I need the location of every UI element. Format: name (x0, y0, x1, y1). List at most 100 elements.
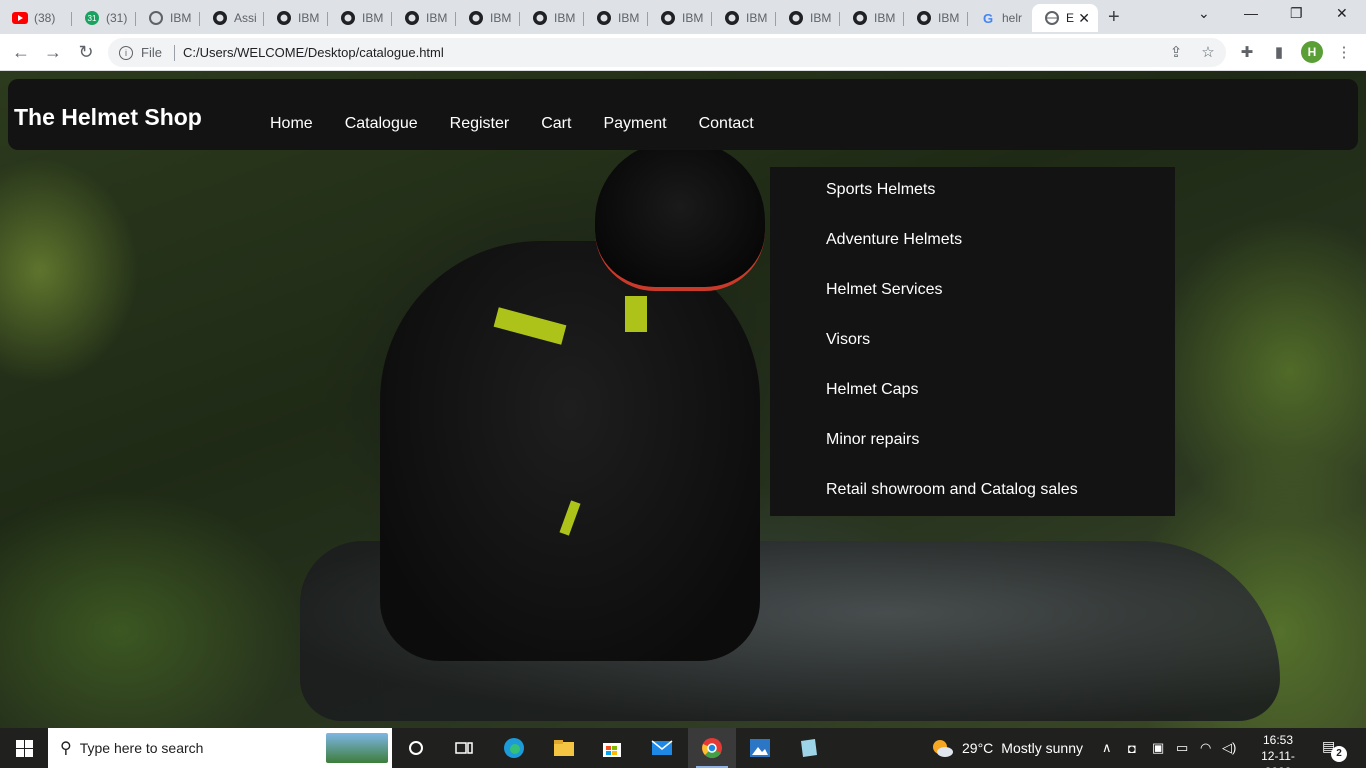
tab-github-ibm[interactable]: IBM (584, 4, 648, 32)
tab-github-ibm[interactable]: IBM (840, 4, 904, 32)
site-navbar: The Helmet Shop Home Catalogue Register … (8, 79, 1358, 150)
tab-github-ibm[interactable]: IBM (520, 4, 584, 32)
taskbar-search-box[interactable]: ⚲ Type here to search (48, 728, 392, 768)
search-placeholder: Type here to search (79, 740, 204, 756)
tab-github-assignment[interactable]: Assi (200, 4, 264, 32)
battery-icon[interactable]: ▭ (1176, 728, 1188, 768)
volume-icon[interactable]: ◁) (1222, 728, 1236, 768)
close-tab-icon[interactable]: ✕ (1078, 10, 1090, 27)
hiviz-stripe (625, 296, 647, 332)
tab-label: IBM (618, 11, 640, 25)
tab-active[interactable]: E ✕ (1032, 4, 1098, 32)
battery-saver-icon[interactable]: ▣ (1152, 728, 1164, 768)
svg-text:G: G (983, 11, 993, 25)
tab-github-ibm[interactable]: IBM (648, 4, 712, 32)
close-window-button[interactable]: ✕ (1336, 5, 1348, 22)
menu-item-adventure-helmets[interactable]: Adventure Helmets (770, 229, 1175, 279)
nav-payment[interactable]: Payment (603, 115, 666, 133)
bookmark-star-icon[interactable]: ☆ (1198, 42, 1218, 62)
forward-button[interactable]: → (42, 41, 64, 63)
rider-shape (380, 241, 760, 661)
github-icon (852, 10, 868, 26)
brand-logo-text[interactable]: The Helmet Shop (14, 104, 202, 131)
clock-date: 12-11-2022 (1261, 749, 1295, 768)
notes-icon (801, 739, 817, 757)
taskbar-notes[interactable] (784, 728, 832, 768)
globe-icon (148, 10, 164, 26)
tab-label: IBM (426, 11, 448, 25)
tab-label: IBM (810, 11, 832, 25)
tab-github-ibm[interactable]: IBM (392, 4, 456, 32)
tab-label: IBM (746, 11, 768, 25)
system-clock[interactable]: 16:53 12-11-2022 (1248, 732, 1308, 768)
info-icon[interactable]: i (119, 45, 133, 60)
taskbar-file-explorer[interactable] (540, 728, 588, 768)
nav-catalogue[interactable]: Catalogue (345, 115, 418, 133)
taskbar-photos[interactable] (736, 728, 784, 768)
github-icon (916, 10, 932, 26)
wifi-icon[interactable]: ◠ (1200, 728, 1211, 768)
tab-search-chevron-icon[interactable]: ⌄ (1198, 5, 1210, 22)
profile-avatar[interactable]: H (1301, 41, 1323, 63)
folder-icon (554, 740, 574, 756)
tab-label: IBM (874, 11, 896, 25)
tab-label: IBM (938, 11, 960, 25)
tray-overflow-chevron-icon[interactable]: ∧ (1102, 728, 1112, 768)
omnibox[interactable]: i File C:/Users/WELCOME/Desktop/catalogu… (108, 38, 1226, 67)
tab-label: Assi (234, 11, 257, 25)
nav-register[interactable]: Register (450, 115, 510, 133)
taskbar-edge[interactable] (490, 728, 538, 768)
tab-github-ibm[interactable]: IBM (456, 4, 520, 32)
taskbar-store[interactable] (588, 728, 636, 768)
tab-github-ibm[interactable]: IBM (264, 4, 328, 32)
chrome-icon (702, 738, 722, 759)
github-icon (724, 10, 740, 26)
reload-button[interactable]: ↻ (75, 41, 97, 63)
calendar-badge-icon: 31 (84, 10, 100, 26)
cortana-button[interactable] (392, 728, 440, 768)
browser-tab-strip: (38) 31 (31) IBM Assi IBM IBM IBM IBM IB… (0, 0, 1366, 34)
github-icon (660, 10, 676, 26)
share-icon[interactable]: ⇪ (1166, 42, 1186, 62)
taskbar-chrome[interactable] (688, 728, 736, 768)
windows-taskbar: ⚲ Type here to search 29°C Mostly sunny … (0, 728, 1366, 768)
back-button[interactable]: ← (10, 41, 32, 63)
menu-item-helmet-caps[interactable]: Helmet Caps (770, 379, 1175, 429)
tab-google[interactable]: G helr (968, 4, 1032, 32)
tab-ibm[interactable]: IBM (136, 4, 200, 32)
github-icon (276, 10, 292, 26)
tab-calendar[interactable]: 31 (31) (72, 4, 136, 32)
search-icon: ⚲ (60, 740, 72, 757)
catalogue-dropdown-menu: Sports Helmets Adventure Helmets Helmet … (770, 167, 1175, 516)
extensions-puzzle-icon[interactable]: ✚ (1237, 42, 1257, 62)
tab-github-ibm[interactable]: IBM (712, 4, 776, 32)
menu-item-sports-helmets[interactable]: Sports Helmets (770, 179, 1175, 229)
menu-item-retail-showroom[interactable]: Retail showroom and Catalog sales (770, 479, 1175, 529)
clock-time: 16:53 (1262, 733, 1294, 747)
menu-kebab-icon[interactable]: ⋮ (1334, 42, 1354, 62)
nav-home[interactable]: Home (270, 115, 313, 133)
weather-widget[interactable]: 29°C Mostly sunny (930, 728, 1083, 768)
omnibox-divider (173, 44, 175, 61)
nav-cart[interactable]: Cart (541, 115, 571, 133)
task-view-icon (455, 742, 473, 754)
menu-item-visors[interactable]: Visors (770, 329, 1175, 379)
new-tab-button[interactable]: + (1108, 6, 1120, 29)
minimize-button[interactable]: — (1244, 5, 1258, 21)
tab-github-ibm[interactable]: IBM (776, 4, 840, 32)
tab-youtube[interactable]: (38) (0, 4, 72, 32)
google-icon: G (980, 10, 996, 26)
task-view-button[interactable] (440, 728, 488, 768)
edge-icon (504, 738, 524, 758)
meet-now-icon[interactable]: ◘ (1128, 728, 1136, 768)
tab-github-ibm[interactable]: IBM (328, 4, 392, 32)
taskbar-mail[interactable] (638, 728, 686, 768)
side-panel-icon[interactable]: ▮ (1269, 42, 1289, 62)
tab-github-ibm[interactable]: IBM (904, 4, 968, 32)
menu-item-minor-repairs[interactable]: Minor repairs (770, 429, 1175, 479)
url-text[interactable]: C:/Users/WELCOME/Desktop/catalogue.html (183, 45, 444, 60)
nav-contact[interactable]: Contact (699, 115, 754, 133)
restore-button[interactable]: ❐ (1290, 5, 1303, 22)
start-button[interactable] (0, 728, 48, 768)
menu-item-helmet-services[interactable]: Helmet Services (770, 279, 1175, 329)
